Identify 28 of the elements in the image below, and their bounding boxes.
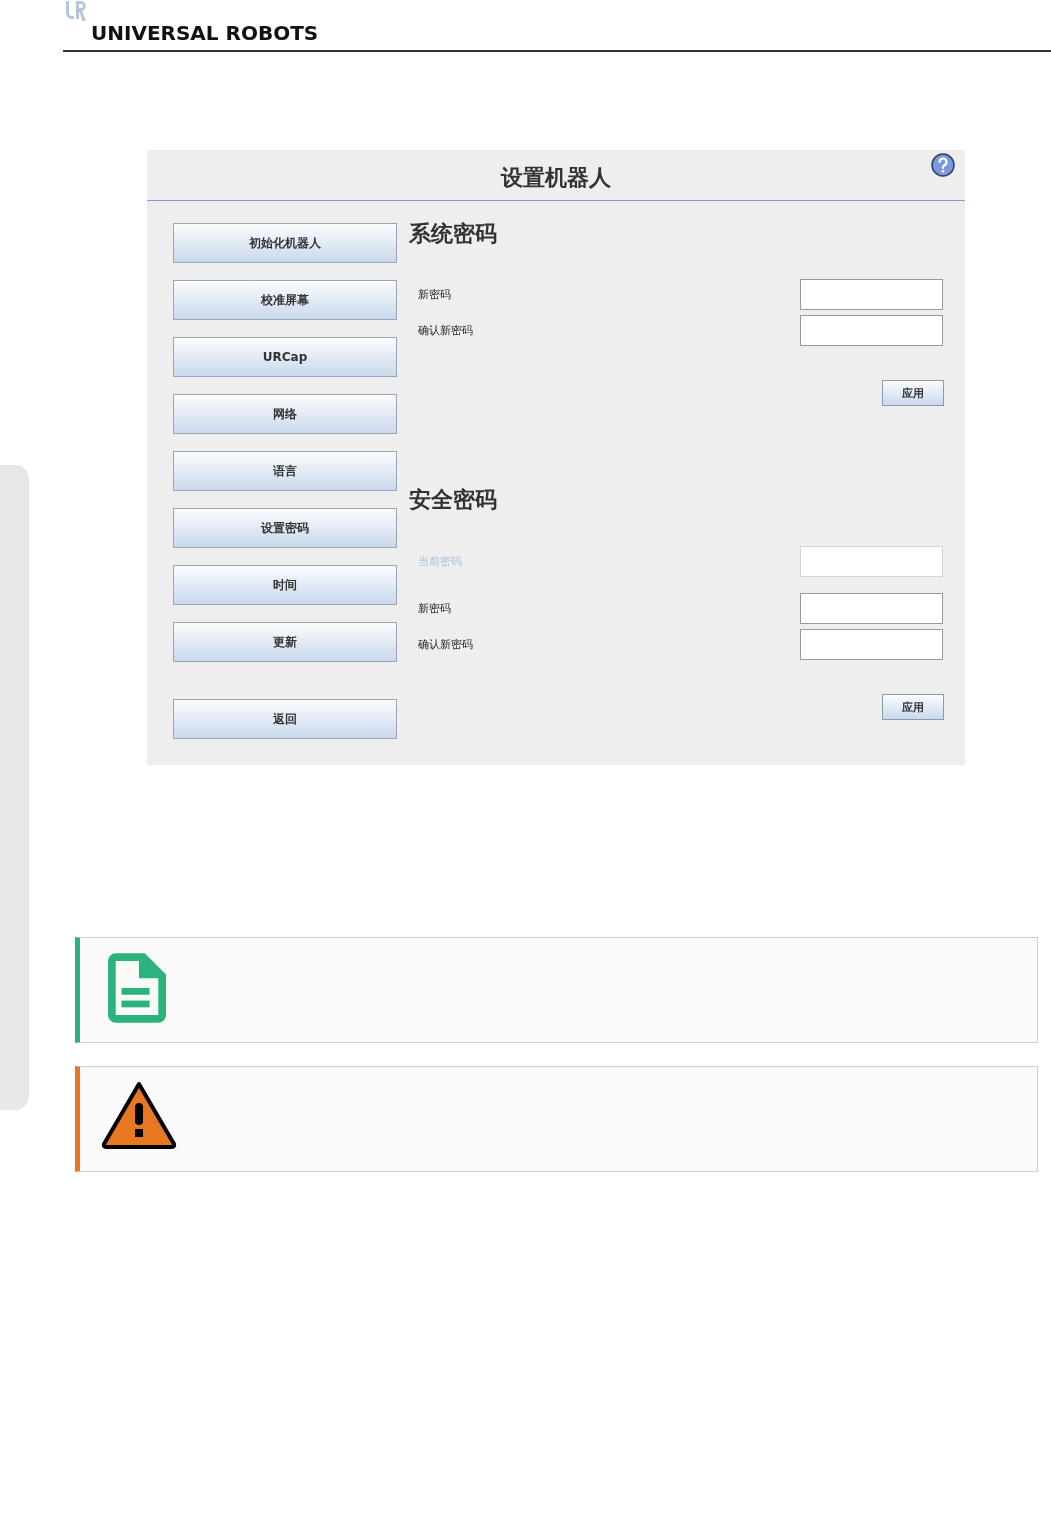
- section-heading: 安全密码: [409, 486, 498, 514]
- field-label: 新密码: [418, 601, 451, 616]
- field-label: 确认新密码: [418, 323, 473, 338]
- field-label: 新密码: [418, 287, 451, 302]
- menu-button[interactable]: 更新: [173, 622, 397, 662]
- logo-icon: [64, 0, 88, 22]
- back-button[interactable]: 返回: [173, 699, 397, 739]
- apply-button[interactable]: 应用: [882, 694, 944, 720]
- menu-button[interactable]: 设置密码: [173, 508, 397, 548]
- password-field[interactable]: [800, 315, 943, 346]
- field-label: 当前密码: [418, 554, 462, 569]
- menu-button[interactable]: 网络: [173, 394, 397, 434]
- document-icon: [108, 952, 166, 1024]
- field-label: 确认新密码: [418, 637, 473, 652]
- password-field[interactable]: [800, 279, 943, 310]
- apply-button[interactable]: 应用: [882, 380, 944, 406]
- menu-button[interactable]: 时间: [173, 565, 397, 605]
- password-field[interactable]: [800, 629, 943, 660]
- panel-title: 设置机器人: [501, 164, 611, 192]
- menu-button[interactable]: URCap: [173, 337, 397, 377]
- password-field[interactable]: [800, 593, 943, 624]
- menu-button[interactable]: 校准屏幕: [173, 280, 397, 320]
- warning-icon: [101, 1081, 177, 1149]
- brand-name: UNIVERSAL ROBOTS: [91, 22, 319, 44]
- menu-button[interactable]: 语言: [173, 451, 397, 491]
- menu-button[interactable]: 初始化机器人: [173, 223, 397, 263]
- help-icon[interactable]: [931, 153, 955, 177]
- section-heading: 系统密码: [409, 220, 498, 248]
